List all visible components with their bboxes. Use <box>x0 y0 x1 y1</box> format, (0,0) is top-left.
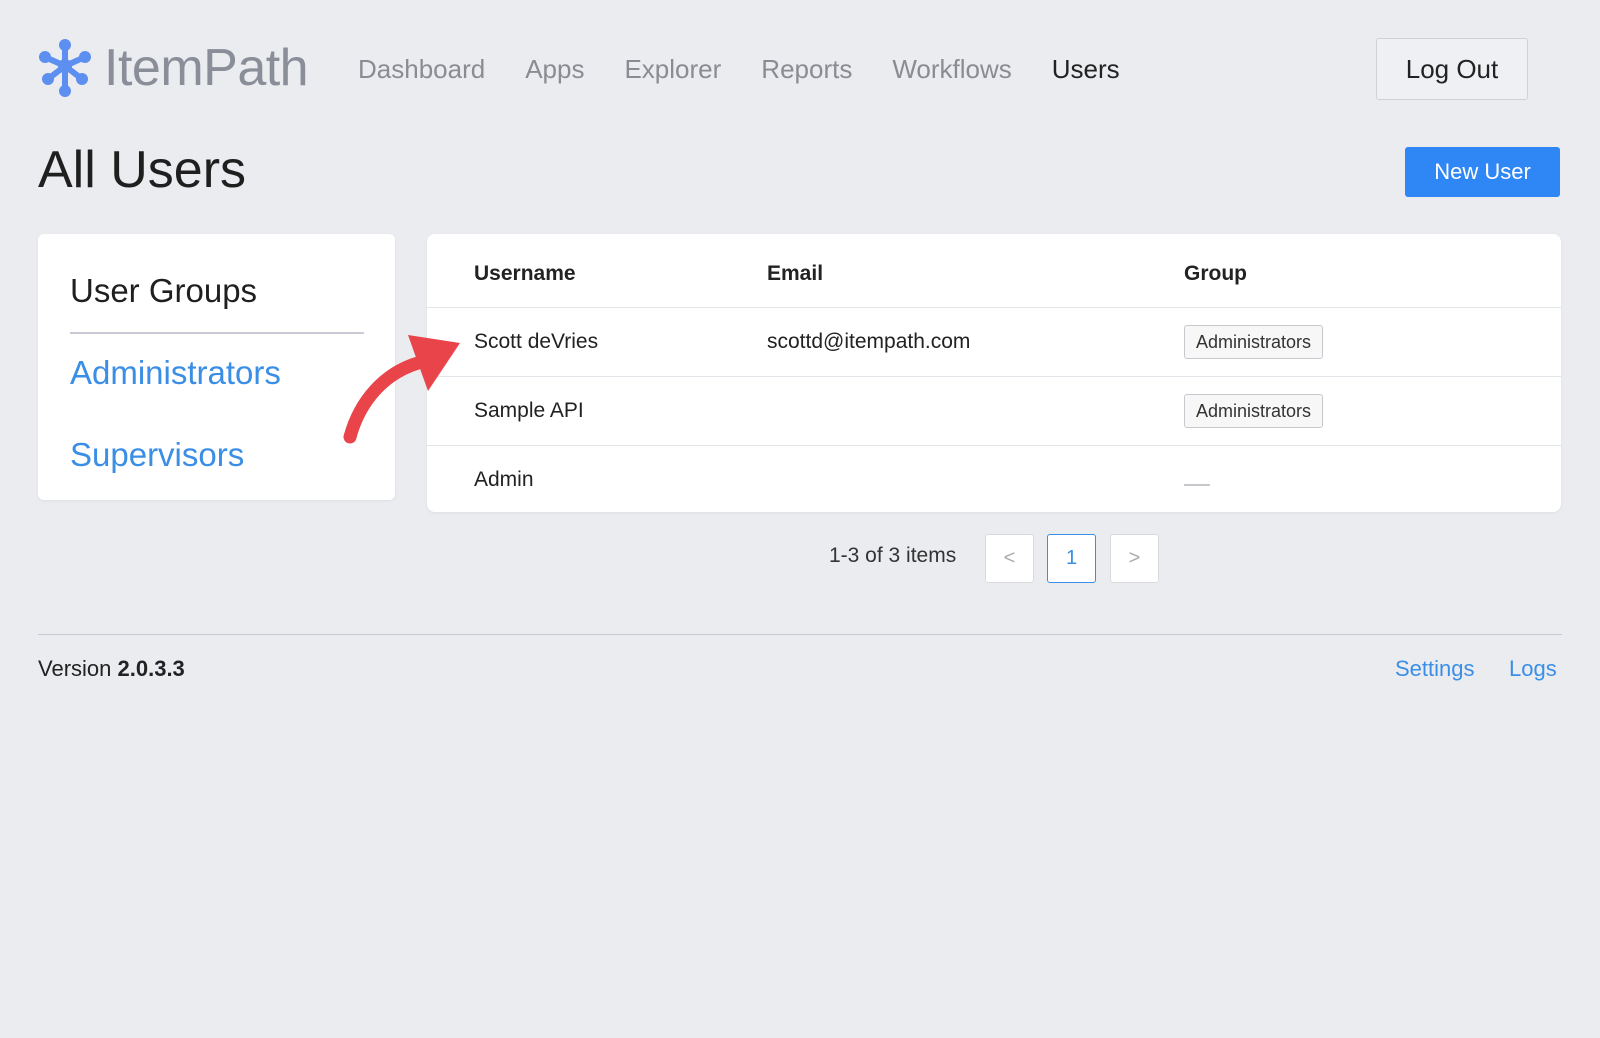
molecule-logo-icon <box>39 39 91 97</box>
user-groups-divider <box>70 332 364 334</box>
table-row[interactable]: Admin <box>427 446 1561 512</box>
group-link-supervisors[interactable]: Supervisors <box>70 436 244 474</box>
nav-users[interactable]: Users <box>1052 54 1120 85</box>
column-header-email[interactable]: Email <box>767 262 823 286</box>
column-header-group[interactable]: Group <box>1184 262 1247 286</box>
group-tag: Administrators <box>1184 325 1324 359</box>
empty-group-dash <box>1184 484 1210 486</box>
nav-dashboard[interactable]: Dashboard <box>358 54 485 85</box>
table-header: Username Email Group <box>427 234 1561 308</box>
nav-reports[interactable]: Reports <box>761 54 852 85</box>
nav-workflows[interactable]: Workflows <box>892 54 1011 85</box>
cell-username[interactable]: Admin <box>474 468 534 492</box>
cell-email: scottd@itempath.com <box>767 330 971 353</box>
group-tag: Administrators <box>1184 394 1324 428</box>
page-1-button[interactable]: 1 <box>1047 534 1096 583</box>
next-page-button[interactable]: > <box>1110 534 1159 583</box>
version-label: Version <box>38 656 112 681</box>
annotation-arrow-icon <box>343 335 460 444</box>
table-row[interactable]: Scott deVries scottd@itempath.com Admini… <box>427 308 1561 377</box>
logo-wordmark: ItemPath <box>104 39 309 97</box>
logout-button[interactable]: Log Out <box>1376 38 1528 100</box>
cell-username[interactable]: Scott deVries <box>474 330 598 354</box>
users-table: Username Email Group Scott deVries scott… <box>427 234 1561 512</box>
nav-apps[interactable]: Apps <box>525 54 584 85</box>
version-info: Version 2.0.3.3 <box>38 656 185 682</box>
logs-link[interactable]: Logs <box>1509 656 1557 682</box>
group-link-administrators[interactable]: Administrators <box>70 354 281 392</box>
footer-divider <box>38 634 1562 635</box>
version-number: 2.0.3.3 <box>117 656 185 681</box>
app-header: ItemPath Dashboard Apps Explorer Reports… <box>38 36 1562 100</box>
user-groups-title: User Groups <box>70 272 258 309</box>
prev-page-button[interactable]: < <box>985 534 1034 583</box>
itempath-logo[interactable]: ItemPath <box>38 36 309 100</box>
column-header-username[interactable]: Username <box>474 262 576 286</box>
table-row[interactable]: Sample API Administrators <box>427 377 1561 446</box>
page-title: All Users <box>38 141 247 199</box>
new-user-button[interactable]: New User <box>1405 147 1560 197</box>
main-nav: Dashboard Apps Explorer Reports Workflow… <box>358 54 1160 85</box>
cell-username[interactable]: Sample API <box>474 399 584 423</box>
pagination-summary: 1-3 of 3 items <box>829 544 957 567</box>
nav-explorer[interactable]: Explorer <box>624 54 721 85</box>
settings-link[interactable]: Settings <box>1395 656 1475 682</box>
